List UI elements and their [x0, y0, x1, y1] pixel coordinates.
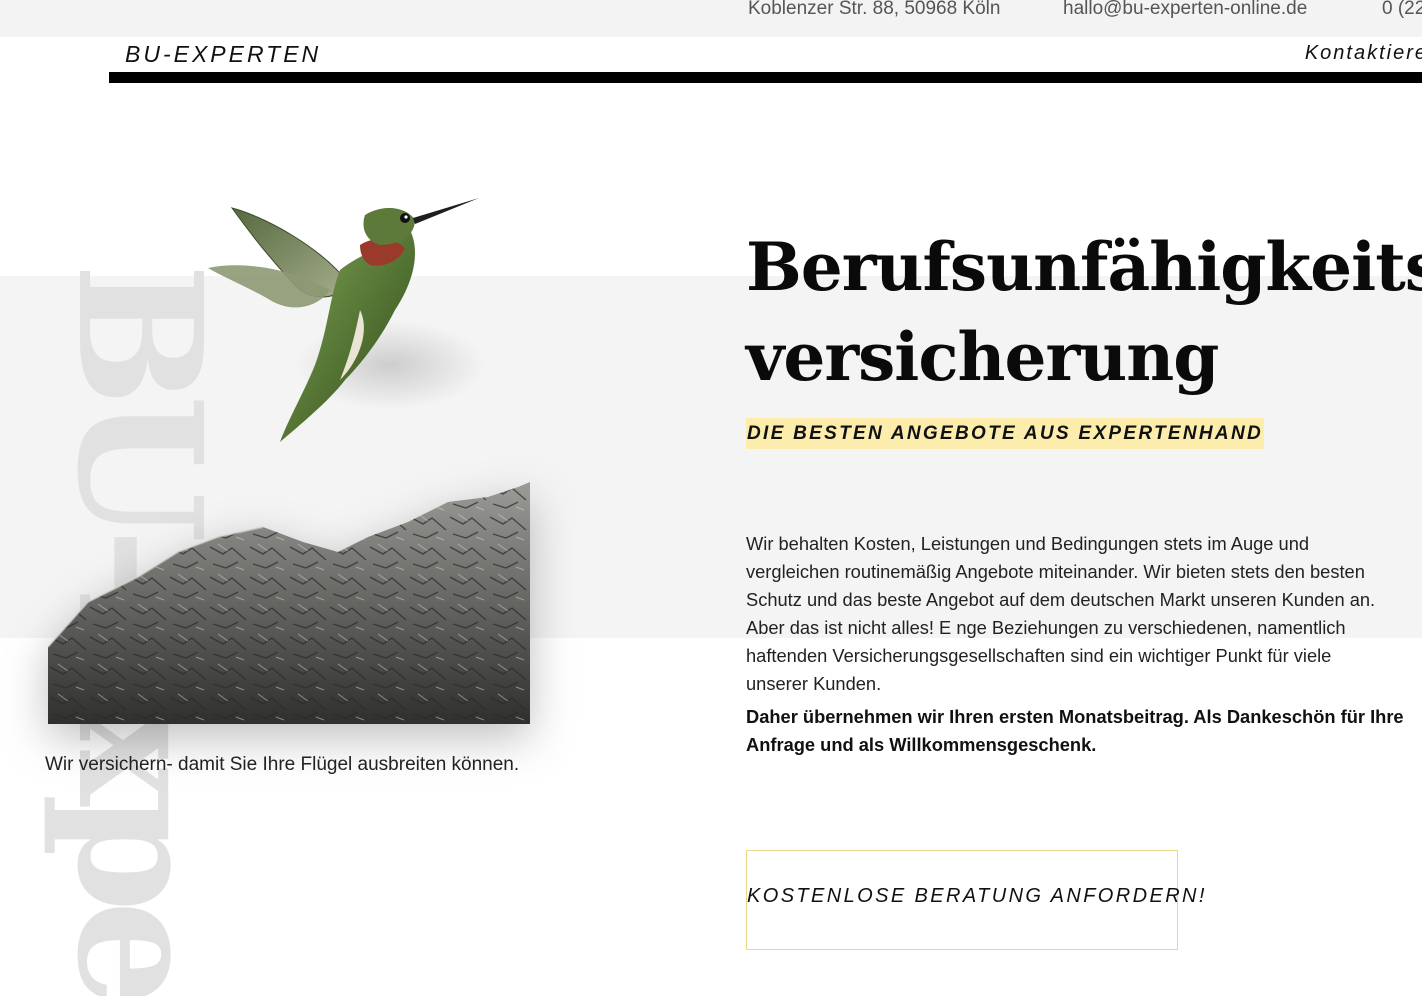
intro-paragraph: Wir behalten Kosten, Leistungen und Bedi… [746, 533, 1376, 694]
address-text: Koblenzer Str. 88, 50968 Köln [748, 0, 1001, 19]
rock-mountain-image [48, 482, 530, 724]
offer-paragraph: Daher übernehmen wir Ihren ersten Monats… [746, 706, 1404, 755]
page-title: Berufsunfähigkeits- versicherung [746, 222, 1422, 402]
top-info-bar: Koblenzer Str. 88, 50968 Köln hallo@bu-e… [0, 0, 1422, 37]
nav-divider [109, 72, 1422, 83]
free-consultation-button[interactable]: KOSTENLOSE BERATUNG ANFORDERN! [746, 850, 1207, 950]
email-link[interactable]: hallo@bu-experten-online.de [1063, 0, 1307, 18]
hummingbird-image [208, 198, 485, 442]
main-navbar: BU-EXPERTEN Kontaktiere [109, 37, 1422, 83]
image-caption: Wir versichern- damit Sie Ihre Flügel au… [45, 754, 520, 775]
page-title-line-2: versicherung [746, 318, 1219, 396]
free-consultation-button-label: KOSTENLOSE BERATUNG ANFORDERN! [747, 885, 1207, 907]
phone-link[interactable]: 0 (22 [1382, 0, 1422, 18]
site-logo[interactable]: BU-EXPERTEN [125, 41, 321, 68]
nav-contact-link[interactable]: Kontaktiere [1305, 42, 1422, 65]
tagline-highlight: DIE BESTEN ANGEBOTE AUS EXPERTENHAND [746, 418, 1264, 449]
page-title-line-1: Berufsunfähigkeits- [746, 228, 1422, 306]
